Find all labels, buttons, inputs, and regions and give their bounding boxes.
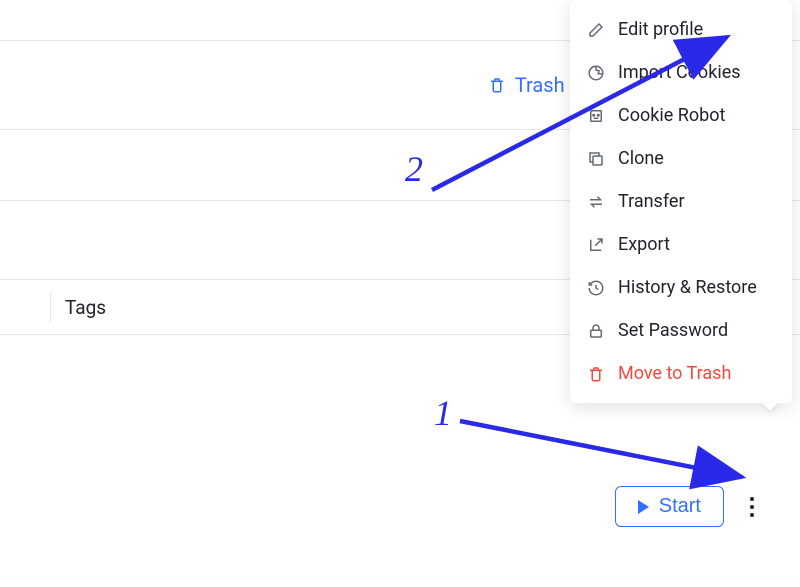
more-menu-button[interactable] (738, 488, 766, 526)
set-password-icon (586, 321, 606, 341)
trash-link[interactable]: Trash (487, 73, 565, 97)
menu-item-transfer[interactable]: Transfer (570, 180, 792, 223)
menu-item-label: Import Cookies (618, 62, 741, 83)
cookie-robot-icon (586, 106, 606, 126)
column-tags: Tags (65, 296, 106, 319)
trash-label: Trash (515, 73, 565, 97)
dropdown-caret (762, 403, 778, 411)
menu-item-edit-profile[interactable]: Edit profile (570, 8, 792, 51)
transfer-icon (586, 192, 606, 212)
menu-item-label: Export (618, 234, 670, 255)
menu-item-clone[interactable]: Clone (570, 137, 792, 180)
import-cookies-icon (586, 63, 606, 83)
menu-item-export[interactable]: Export (570, 223, 792, 266)
row-actions: Start (615, 486, 766, 527)
start-button[interactable]: Start (615, 486, 724, 527)
play-icon (638, 500, 649, 514)
menu-item-label: Clone (618, 148, 664, 169)
trash-icon (487, 75, 507, 95)
menu-item-move-to-trash[interactable]: Move to Trash (570, 352, 792, 395)
menu-item-set-password[interactable]: Set Password (570, 309, 792, 352)
menu-item-label: Move to Trash (618, 363, 731, 384)
menu-item-label: History & Restore (618, 277, 757, 298)
history-restore-icon (586, 278, 606, 298)
export-icon (586, 235, 606, 255)
menu-item-label: Edit profile (618, 19, 703, 40)
annotation-step-1: 1 (434, 392, 452, 434)
clone-icon (586, 149, 606, 169)
menu-item-label: Cookie Robot (618, 105, 725, 126)
edit-profile-icon (586, 20, 606, 40)
menu-item-label: Transfer (618, 191, 685, 212)
menu-item-import-cookies[interactable]: Import Cookies (570, 51, 792, 94)
menu-item-cookie-robot[interactable]: Cookie Robot (570, 94, 792, 137)
column-divider (50, 292, 51, 322)
context-menu: Edit profile Import Cookies Cookie Robot Cl… (570, 0, 792, 403)
start-label: Start (659, 495, 701, 518)
annotation-step-2: 2 (405, 148, 423, 190)
move-to-trash-icon (586, 364, 606, 384)
menu-item-label: Set Password (618, 320, 728, 341)
menu-item-history-restore[interactable]: History & Restore (570, 266, 792, 309)
